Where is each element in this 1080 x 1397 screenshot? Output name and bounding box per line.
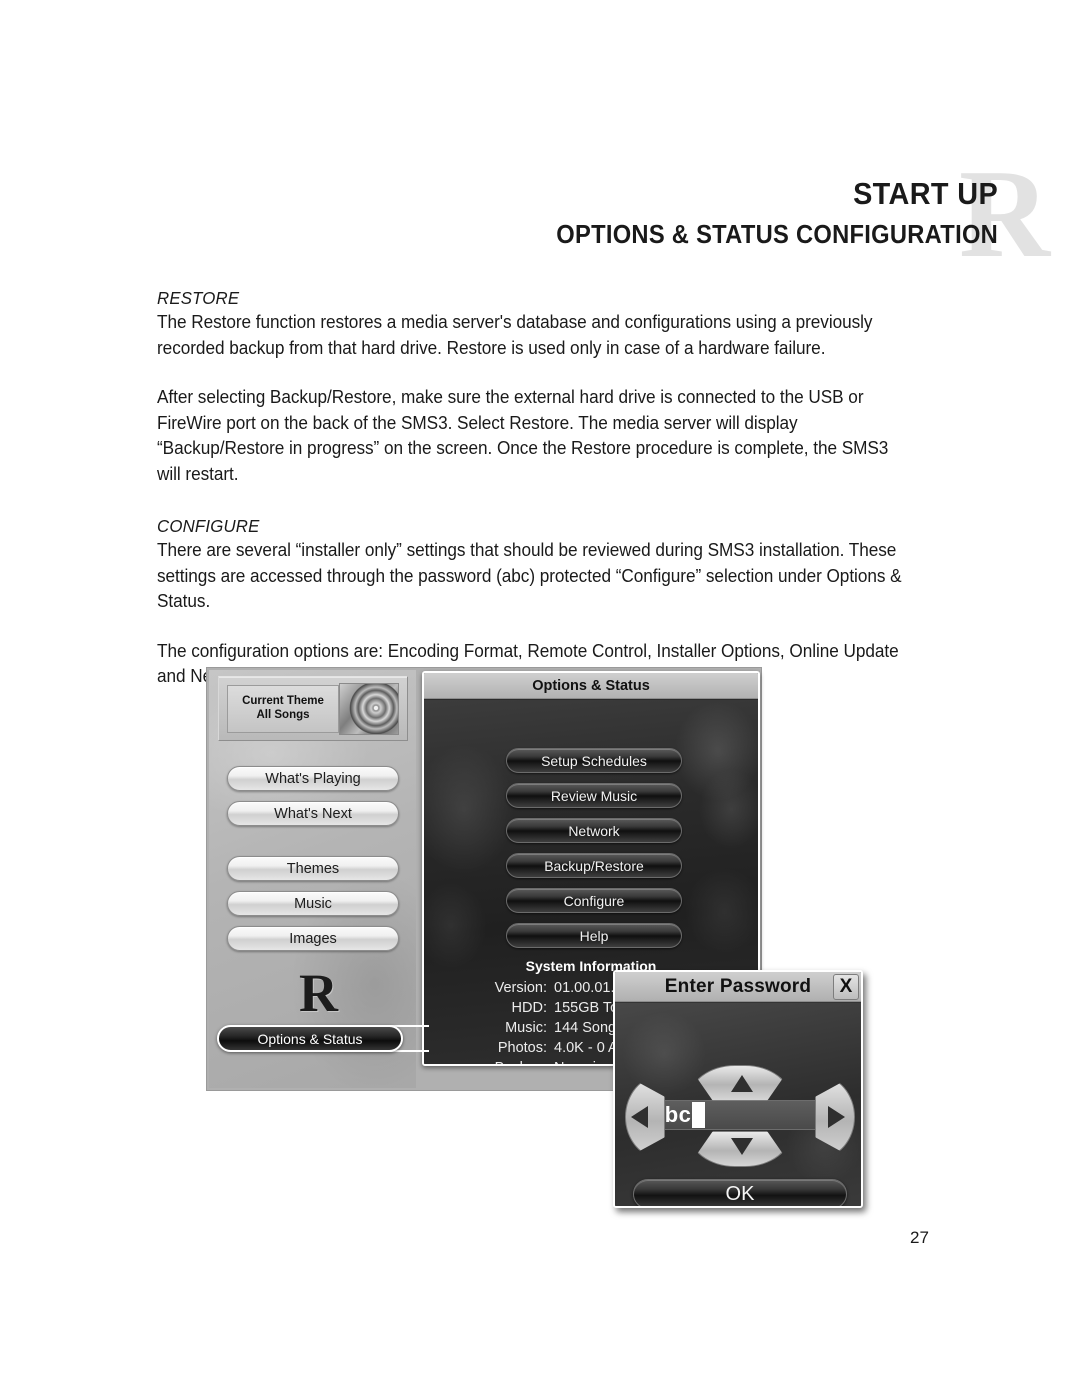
ok-button[interactable]: OK xyxy=(633,1179,847,1206)
label-backup-restore: Backup/Restore xyxy=(544,857,644,874)
header-text-block: START UP OPTIONS & STATUS CONFIGURATION xyxy=(523,176,998,252)
dialog-titlebar: Enter Password X xyxy=(615,972,861,1002)
sidebar-label-music: Music xyxy=(294,895,332,912)
password-input[interactable]: abc xyxy=(643,1100,839,1130)
document-content: RESTORE The Restore function restores a … xyxy=(157,288,947,690)
close-icon[interactable]: X xyxy=(833,974,859,1000)
arrow-right-icon xyxy=(828,1106,845,1128)
restore-paragraph-2: After selecting Backup/Restore, make sur… xyxy=(157,387,889,484)
sysinfo-key-hdd: HDD: xyxy=(511,1000,547,1016)
page-header: R START UP OPTIONS & STATUS CONFIGURATIO… xyxy=(0,150,1080,278)
configure-paragraph-1: There are several “installer only” setti… xyxy=(157,540,902,611)
close-icon-label: X xyxy=(839,976,853,997)
button-network[interactable]: Network xyxy=(506,818,682,843)
button-setup-schedules[interactable]: Setup Schedules xyxy=(506,748,682,773)
arrow-up-icon xyxy=(731,1075,753,1092)
restore-paragraph-1: The Restore function restores a media se… xyxy=(157,312,873,358)
ok-button-label: OK xyxy=(725,1182,755,1205)
sysinfo-key-photos: Photos: xyxy=(497,1040,547,1056)
sidebar-item-whats-playing[interactable]: What's Playing xyxy=(227,766,399,791)
label-setup-schedules: Setup Schedules xyxy=(541,752,647,769)
panel-title: Options & Status xyxy=(532,677,650,694)
sidebar-label-whats-playing: What's Playing xyxy=(265,770,361,787)
sidebar-item-themes[interactable]: Themes xyxy=(227,856,399,881)
label-review-music: Review Music xyxy=(550,787,638,804)
current-theme-label: Current Theme All Songs xyxy=(227,685,339,733)
current-theme-line1: Current Theme xyxy=(242,695,324,708)
sidebar-label-themes: Themes xyxy=(286,860,340,877)
label-help: Help xyxy=(579,927,609,944)
arrow-left-icon xyxy=(631,1106,648,1128)
sysinfo-key-version: Version: xyxy=(494,980,547,996)
label-configure: Configure xyxy=(563,892,625,909)
sysinfo-key-music: Music: xyxy=(505,1020,547,1036)
page-subtitle: OPTIONS & STATUS CONFIGURATION xyxy=(556,220,998,249)
sysinfo-key-backup: Backup: xyxy=(424,1058,554,1064)
section-heading-configure: CONFIGURE xyxy=(157,516,260,536)
dialog-title: Enter Password xyxy=(664,975,812,997)
button-configure[interactable]: Configure xyxy=(506,888,682,913)
current-theme-line2: All Songs xyxy=(256,709,310,721)
sidebar-item-whats-next[interactable]: What's Next xyxy=(227,801,399,826)
button-help[interactable]: Help xyxy=(506,923,682,948)
enter-password-dialog: Enter Password X abc OK xyxy=(613,970,863,1208)
arrow-down-icon xyxy=(731,1138,753,1155)
label-network: Network xyxy=(568,822,620,839)
page-number: 27 xyxy=(910,1228,929,1247)
button-backup-restore[interactable]: Backup/Restore xyxy=(506,853,682,878)
text-cursor xyxy=(692,1102,706,1128)
ui-screenshot-figure: Current Theme All Songs What's Playing W… xyxy=(206,667,863,1208)
sidebar-item-options-status[interactable]: Options & Status xyxy=(217,1025,403,1052)
device-sidebar: Current Theme All Songs What's Playing W… xyxy=(209,670,429,1088)
sidebar-item-music[interactable]: Music xyxy=(227,891,399,916)
sidebar-item-images[interactable]: Images xyxy=(227,926,399,951)
sidebar-label-images: Images xyxy=(289,930,337,947)
dialog-body: abc OK xyxy=(615,1003,861,1206)
section-heading-restore: RESTORE xyxy=(157,288,240,308)
brand-logo-icon: R xyxy=(299,963,338,1023)
compact-disc-icon xyxy=(339,683,399,735)
button-review-music[interactable]: Review Music xyxy=(506,783,682,808)
sidebar-label-options-status: Options & Status xyxy=(257,1030,363,1047)
sidebar-label-whats-next: What's Next xyxy=(274,805,352,822)
page-title: START UP xyxy=(853,176,998,211)
panel-titlebar: Options & Status xyxy=(424,673,758,699)
current-theme-panel[interactable]: Current Theme All Songs xyxy=(218,676,408,741)
